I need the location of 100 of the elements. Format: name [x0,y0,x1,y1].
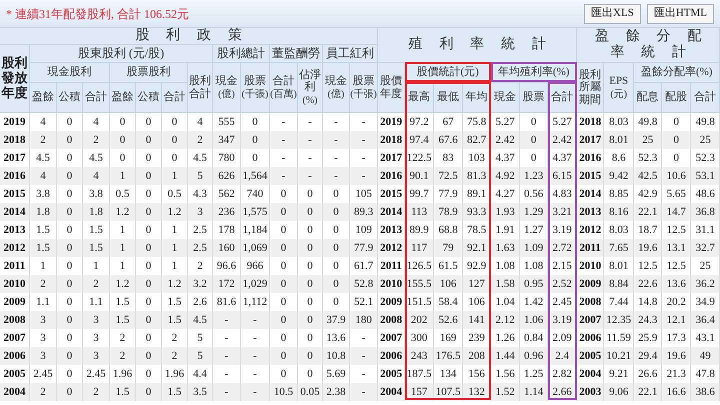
year-cell: 2015 [577,167,604,186]
table-cell: 24.3 [634,311,662,330]
table-cell: 106 [434,275,464,294]
table-cell: 0 [241,131,270,150]
table-cell: - [270,131,298,150]
table-cell: 1,029 [241,275,270,294]
table-cell: - [241,311,270,330]
table-cell: 1.2 [162,203,188,222]
table-cell: 1.2 [110,203,136,222]
column-header: 佔淨利 (%) [298,63,323,114]
table-cell: 90.1 [405,167,434,186]
table-cell: 2 [162,347,188,366]
table-cell: 1.2 [162,275,188,294]
table-cell: 2.12 [491,311,520,330]
table-cell: 0 [57,311,83,330]
table-cell: 160 [213,239,241,258]
table-cell: 1.06 [520,311,548,330]
year-cell: 2018 [0,131,30,150]
table-cell: 5 [188,347,213,366]
table-cell: 13.6 [662,275,692,294]
table-cell: 1.52 [491,383,520,402]
table-cell: 25 [691,131,720,150]
table-cell: 10.5 [270,383,298,402]
year-cell: 2006 [577,329,604,348]
table-cell: 3 [30,311,57,330]
table-cell: - [213,311,241,330]
table-cell: 25 [634,131,662,150]
table-cell: 4.92 [491,167,520,186]
table-cell: 13.1 [662,239,692,258]
table-cell: 0 [298,311,323,330]
table-cell: 0 [57,347,83,366]
table-cell: 1 [110,239,136,258]
year-cell: 2006 [0,347,30,366]
column-header: 股利發放年度 [0,45,30,114]
table-cell: 1.2 [110,275,136,294]
table-cell: 0 [136,203,162,222]
table-cell: 2 [30,383,57,402]
column-header: 董監酬勞 [270,45,323,64]
table-cell: 8.16 [604,203,634,222]
year-cell: 2012 [577,221,604,240]
table-cell: 29.4 [634,347,662,366]
table-cell: - [213,383,241,402]
table-cell: 1 [162,167,188,186]
table-cell: 11.59 [604,329,634,348]
table-cell: 4 [30,167,57,186]
column-header: 股價年度 [378,63,406,114]
table-cell: 42.5 [634,167,662,186]
year-cell: 2008 [577,293,604,312]
year-cell: 2008 [0,311,30,330]
table-cell: 10.21 [604,347,634,366]
table-cell: 10.6 [662,167,692,186]
table-cell: 4.5 [188,311,213,330]
table-cell: 0 [270,239,298,258]
table-cell: 3.5 [188,383,213,402]
year-cell: 2006 [378,347,406,366]
table-cell: 22.1 [634,203,662,222]
year-cell: 2010 [378,275,406,294]
year-cell: 2007 [378,329,406,348]
column-header: 現金 (億) [323,63,350,114]
table-cell: 2.42 [491,131,520,150]
year-cell: 2005 [378,365,406,384]
table-cell: 1.44 [491,347,520,366]
column-header: 合計 [691,83,720,114]
column-header: 現金股利 [30,63,110,84]
table-cell: 49 [691,347,720,366]
table-cell: 8.84 [604,275,634,294]
table-cell: 2 [83,275,110,294]
table-cell: 3.2 [188,275,213,294]
table-cell: 79 [434,239,464,258]
column-header: 公積 [136,83,162,114]
table-cell: 19.6 [634,239,662,258]
column-header: 股票 (千張) [241,63,270,114]
table-cell: 176.5 [434,347,464,366]
table-cell: 1.14 [520,383,548,402]
table-cell: 78.9 [434,203,464,222]
table-cell: - [241,383,270,402]
table-cell: 0 [323,239,350,258]
table-cell: 8.01 [604,131,634,150]
table-cell: - [350,347,378,366]
column-header: 股票 [520,83,548,114]
table-cell: 3 [188,203,213,222]
table-cell: 0 [57,167,83,186]
column-header: 員工紅利 [323,45,378,64]
table-cell: 2 [30,275,57,294]
table-cell: 0.96 [520,347,548,366]
table-cell: 53.1 [691,167,720,186]
column-header: 盈餘 [110,83,136,114]
table-cell: 236 [213,203,241,222]
dividend-notice: * 連續31年配發股利, 合計 106.52元 [6,6,189,22]
table-cell: 0 [270,203,298,222]
table-cell: 14.7 [662,203,692,222]
export-button[interactable]: 匯出XLS [584,4,641,24]
year-cell: 2016 [577,149,604,168]
export-button[interactable]: 匯出HTML [646,4,714,24]
table-cell: 2 [110,347,136,366]
year-cell: 2013 [577,203,604,222]
table-cell: 5 [188,167,213,186]
table-cell: 2 [188,131,213,150]
table-cell: 0.05 [298,383,323,402]
table-cell: 0 [298,203,323,222]
